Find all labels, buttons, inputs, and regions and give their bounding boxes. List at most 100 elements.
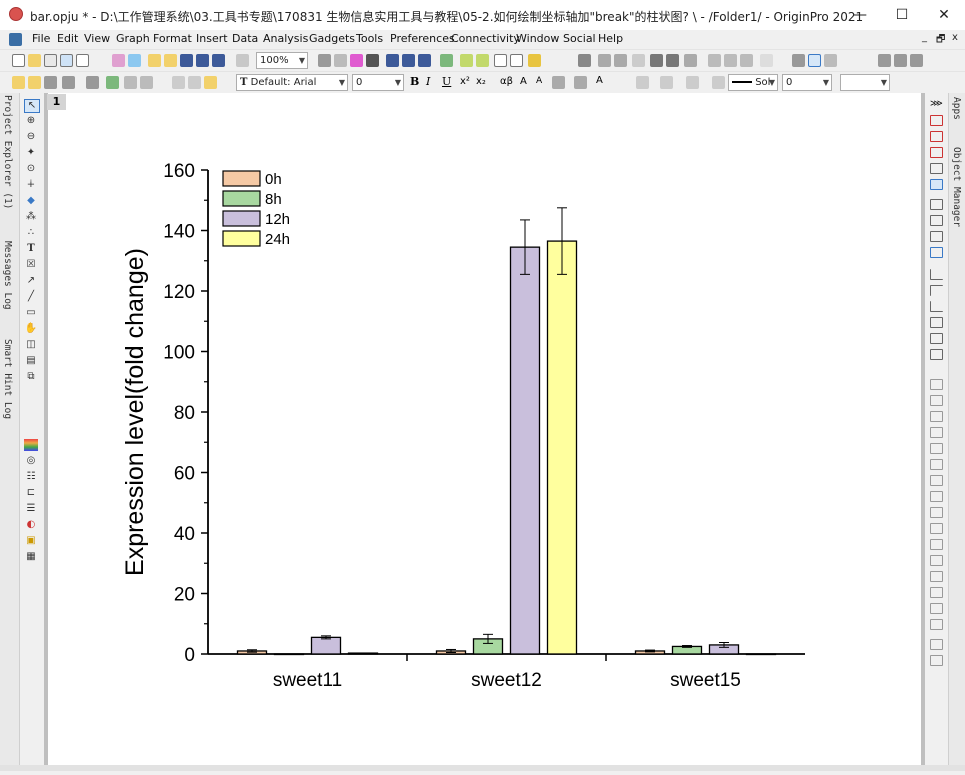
- save-project-icon[interactable]: [180, 54, 193, 67]
- set-as-y-icon[interactable]: [808, 54, 821, 67]
- menu-graph[interactable]: Graph: [116, 32, 150, 45]
- same-height-icon[interactable]: [930, 491, 943, 502]
- window-menu-icon[interactable]: [9, 33, 22, 46]
- align-right-icon[interactable]: [930, 395, 943, 406]
- same-width-icon[interactable]: [930, 475, 943, 486]
- tab-messages-log[interactable]: Messages Log: [2, 241, 13, 310]
- clip-icon[interactable]: ⧉: [24, 371, 38, 383]
- save-template-icon[interactable]: [212, 54, 225, 67]
- minimize-button[interactable]: —: [842, 4, 878, 26]
- tab-apps[interactable]: Apps: [951, 97, 962, 120]
- rescale-z-icon[interactable]: [930, 147, 943, 158]
- align-left-icon[interactable]: [930, 379, 943, 390]
- legend-label[interactable]: 24h: [265, 231, 290, 248]
- bar[interactable]: [745, 653, 777, 656]
- filter-icon[interactable]: [708, 54, 721, 67]
- code-builder-icon[interactable]: [440, 54, 453, 67]
- font-size-select[interactable]: 0 ▼: [352, 74, 404, 91]
- legend-swatch[interactable]: [222, 190, 261, 207]
- hand-icon[interactable]: ✋: [24, 323, 38, 335]
- maximize-button[interactable]: ☐: [884, 4, 920, 26]
- menu-analysis[interactable]: Analysis: [263, 32, 308, 45]
- set-column-icon[interactable]: [632, 54, 645, 67]
- merge-icon[interactable]: [930, 215, 943, 226]
- first-icon[interactable]: [878, 54, 891, 67]
- menu-help[interactable]: Help: [598, 32, 623, 45]
- line-style-select[interactable]: Sol ▼: [728, 74, 778, 91]
- sort-icon[interactable]: [598, 54, 611, 67]
- open-template-icon[interactable]: [164, 54, 177, 67]
- zoom-out-icon[interactable]: ⊖: [24, 131, 38, 143]
- results-log-icon[interactable]: [402, 54, 415, 67]
- legend-swatch[interactable]: [222, 210, 261, 227]
- paste-icon[interactable]: [204, 76, 217, 89]
- y-axis-title[interactable]: Expression level(fold change): [121, 248, 149, 576]
- app-center-icon[interactable]: [528, 54, 541, 67]
- table-icon[interactable]: ☰: [24, 503, 38, 515]
- menu-tools[interactable]: Tools: [356, 32, 383, 45]
- mdi-restore-button[interactable]: 🗗: [936, 32, 945, 49]
- align-icon[interactable]: [552, 76, 565, 89]
- font-color-icon[interactable]: A: [596, 75, 609, 88]
- print-icon[interactable]: [318, 54, 331, 67]
- rescale-y-icon[interactable]: [930, 131, 943, 142]
- mdi-close-button[interactable]: x: [952, 32, 958, 43]
- open-file-icon[interactable]: [12, 76, 25, 89]
- screen-reader-icon[interactable]: ∔: [24, 179, 38, 191]
- menu-connectivity[interactable]: Connectivity: [451, 32, 520, 45]
- backward-icon[interactable]: [930, 619, 943, 630]
- underline-icon[interactable]: U: [442, 75, 455, 88]
- sort-filter-icon[interactable]: [740, 54, 753, 67]
- ungroup-icon[interactable]: [930, 555, 943, 566]
- stats-icon[interactable]: [614, 54, 627, 67]
- column-plot-icon[interactable]: [666, 54, 679, 67]
- align-middle-icon[interactable]: [930, 459, 943, 470]
- set-as-z-icon[interactable]: [824, 54, 837, 67]
- tab-project-explorer[interactable]: Project Explorer (1): [2, 95, 13, 209]
- copy-page-icon[interactable]: [334, 54, 347, 67]
- border-icon[interactable]: [574, 76, 587, 89]
- open-icon[interactable]: [148, 54, 161, 67]
- new-folder-icon[interactable]: [28, 54, 41, 67]
- menu-format[interactable]: Format: [153, 32, 192, 45]
- data-reader-icon[interactable]: ⊙: [24, 163, 38, 175]
- text-tool-icon[interactable]: T: [24, 243, 38, 255]
- layer-content-icon[interactable]: [930, 247, 943, 258]
- superscript-icon[interactable]: x²: [460, 76, 473, 89]
- scale-bar-icon[interactable]: ⊏: [24, 487, 38, 499]
- box-closed-icon[interactable]: [930, 349, 943, 360]
- open-folder-icon[interactable]: [28, 76, 41, 89]
- menu-data[interactable]: Data: [232, 32, 258, 45]
- paste-format-icon[interactable]: [106, 76, 119, 89]
- align-top-icon[interactable]: [930, 411, 943, 422]
- cut-icon[interactable]: [172, 76, 185, 89]
- distribute-h-icon[interactable]: [930, 507, 943, 518]
- tab-smart-hint-log[interactable]: Smart Hint Log: [2, 339, 13, 419]
- grid-icon[interactable]: ▦: [24, 551, 38, 563]
- layer-number-badge[interactable]: 1: [47, 94, 66, 110]
- rescale-icon[interactable]: [124, 76, 137, 89]
- menu-view[interactable]: View: [84, 32, 110, 45]
- layer-icon[interactable]: ◎: [24, 455, 38, 467]
- increase-font-icon[interactable]: A: [520, 76, 533, 89]
- flip-icon[interactable]: [930, 655, 943, 666]
- object-layer-icon[interactable]: [930, 199, 943, 210]
- duplicate-icon[interactable]: [44, 76, 57, 89]
- line-width-select[interactable]: 0 ▼: [782, 74, 832, 91]
- mask-icon[interactable]: [760, 54, 773, 67]
- arrow-tool-icon[interactable]: ↗: [24, 275, 38, 287]
- fill-pattern-select[interactable]: ▼: [840, 74, 890, 91]
- group-icon[interactable]: [930, 539, 943, 550]
- new-layout-icon[interactable]: [128, 54, 141, 67]
- add-column-icon[interactable]: [578, 54, 591, 67]
- new-matrix-icon[interactable]: [60, 54, 73, 67]
- extract-icon[interactable]: [930, 231, 943, 242]
- italic-icon[interactable]: I: [426, 75, 439, 88]
- import-icon[interactable]: [460, 54, 473, 67]
- rectangle-tool-icon[interactable]: ▭: [24, 307, 38, 319]
- color-scale-icon[interactable]: [24, 439, 38, 451]
- rescale-x-icon[interactable]: [930, 115, 943, 126]
- legend-swatch[interactable]: [222, 230, 261, 247]
- script-window-icon[interactable]: [510, 54, 523, 67]
- data-selector-icon[interactable]: ◆: [24, 195, 38, 207]
